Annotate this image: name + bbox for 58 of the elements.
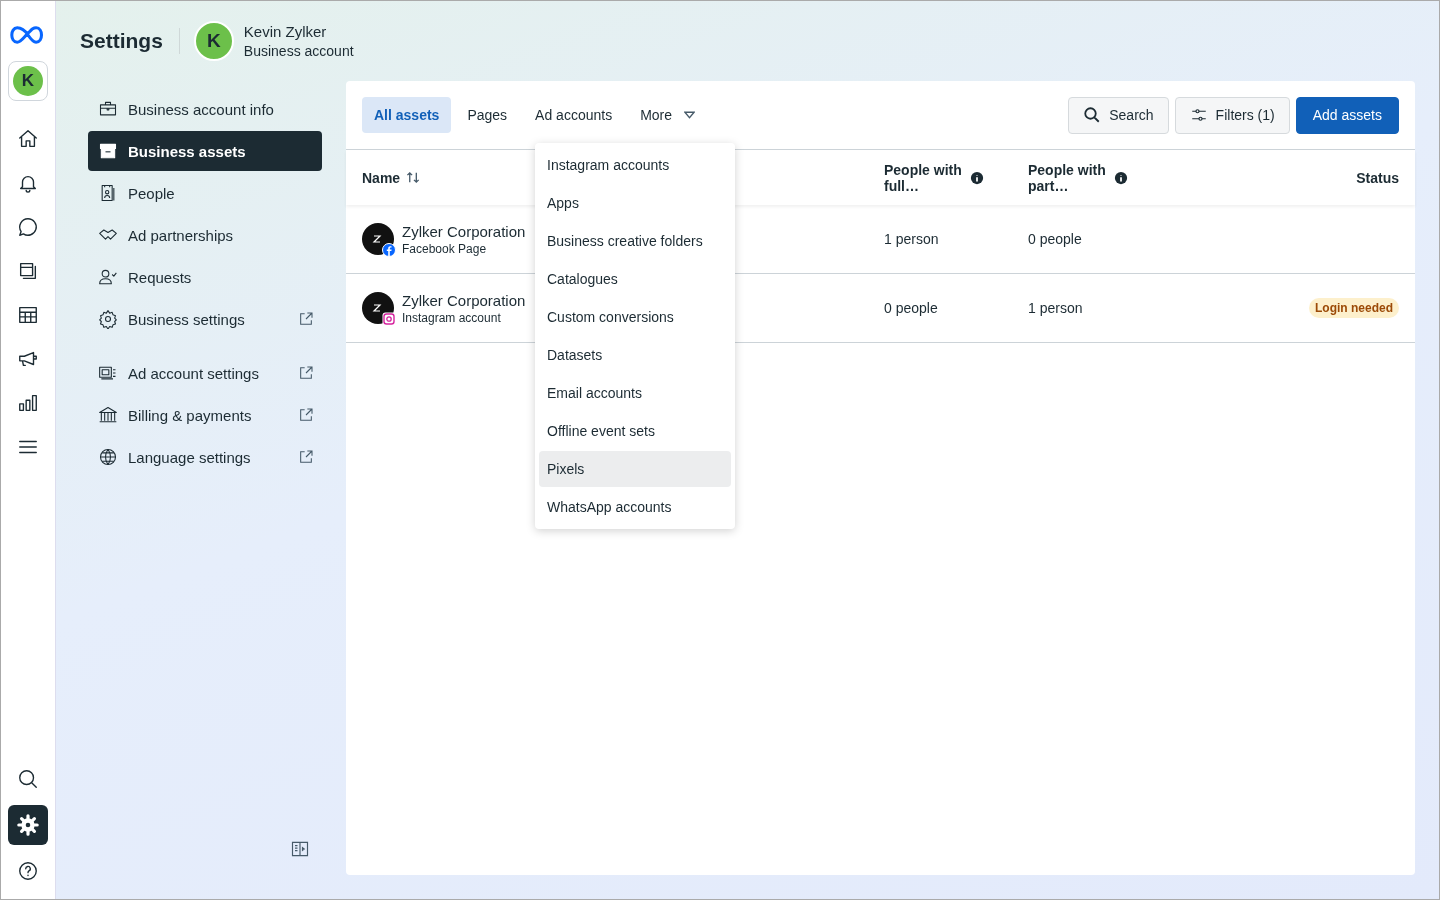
sidebar-item[interactable]: Billing & payments xyxy=(88,395,322,435)
menu-item[interactable]: Instagram accounts xyxy=(539,147,731,183)
menu-item[interactable]: Custom conversions xyxy=(539,299,731,335)
column-header: People with part… xyxy=(1028,161,1107,194)
table-cell: 1 person xyxy=(884,231,939,247)
menu-item[interactable]: Apps xyxy=(539,185,731,221)
sidebar-item[interactable]: Language settings xyxy=(88,437,322,477)
tab[interactable]: Pages xyxy=(455,97,520,133)
menu-item[interactable]: Email accounts xyxy=(539,375,731,411)
logo-icon xyxy=(362,292,394,324)
menu-item[interactable]: Offline event sets xyxy=(539,413,731,449)
sidebar-item[interactable]: Ad partnerships xyxy=(88,215,322,255)
tab[interactable]: Ad accounts xyxy=(523,97,625,133)
sidebar-item[interactable]: Business settings xyxy=(88,299,322,339)
more-dropdown[interactable]: More xyxy=(628,97,708,133)
search-icon xyxy=(1083,106,1102,124)
table-cell: 0 people xyxy=(1028,231,1082,247)
filter-button[interactable]: Filters (1) xyxy=(1174,96,1290,134)
globe-icon xyxy=(98,447,118,467)
sidebar-item[interactable]: Business account info xyxy=(88,89,322,129)
bank-icon xyxy=(98,405,118,425)
menu-item[interactable]: Business creative folders xyxy=(539,223,731,259)
column-header: Name xyxy=(362,169,401,186)
sidebar-item[interactable]: People xyxy=(88,173,322,213)
archive-icon xyxy=(98,141,118,161)
menu-item[interactable]: Catalogues xyxy=(539,261,731,297)
search-button[interactable]: Search xyxy=(1068,96,1169,134)
account-name: Kevin Zylker xyxy=(243,23,328,40)
account-type: Business account xyxy=(243,43,354,59)
sliders-icon xyxy=(1189,106,1208,124)
menu-item[interactable]: WhatsApp accounts xyxy=(539,489,731,525)
asset-name: Zylker Corporation xyxy=(402,222,526,240)
menu-item[interactable]: Pixels xyxy=(539,451,731,487)
table-cell: 1 person xyxy=(1028,300,1083,316)
status-badge: Login needed xyxy=(1309,298,1399,318)
asset-type: Facebook Page xyxy=(402,241,488,256)
table-cell: 0 people xyxy=(884,300,938,316)
gear-icon xyxy=(98,309,118,329)
caret-icon xyxy=(684,111,696,119)
column-header: Status xyxy=(1356,169,1399,186)
settings-icon[interactable] xyxy=(8,805,48,845)
account-avatar: K xyxy=(193,21,234,61)
page-title: Settings xyxy=(80,29,163,53)
sidebar-item[interactable]: Ad account settings xyxy=(88,353,322,393)
infinity-logo-icon[interactable] xyxy=(10,23,46,47)
sort-icon[interactable] xyxy=(406,170,422,185)
asset-name: Zylker Corporation xyxy=(402,291,526,309)
collapse-panel-icon[interactable] xyxy=(290,839,310,859)
add-assets-button[interactable]: Add assets xyxy=(1295,96,1399,134)
info-icon[interactable] xyxy=(970,170,984,185)
menu-item[interactable]: Datasets xyxy=(539,337,731,373)
person-icon xyxy=(98,267,118,287)
sidebar-item[interactable]: Business assets xyxy=(88,131,322,171)
info-icon[interactable] xyxy=(1114,170,1128,185)
sidebar-item[interactable]: Requests xyxy=(88,257,322,297)
column-header: People with full… xyxy=(884,161,963,194)
asset-type: Instagram account xyxy=(402,310,502,325)
tab[interactable]: All assets xyxy=(362,97,452,133)
